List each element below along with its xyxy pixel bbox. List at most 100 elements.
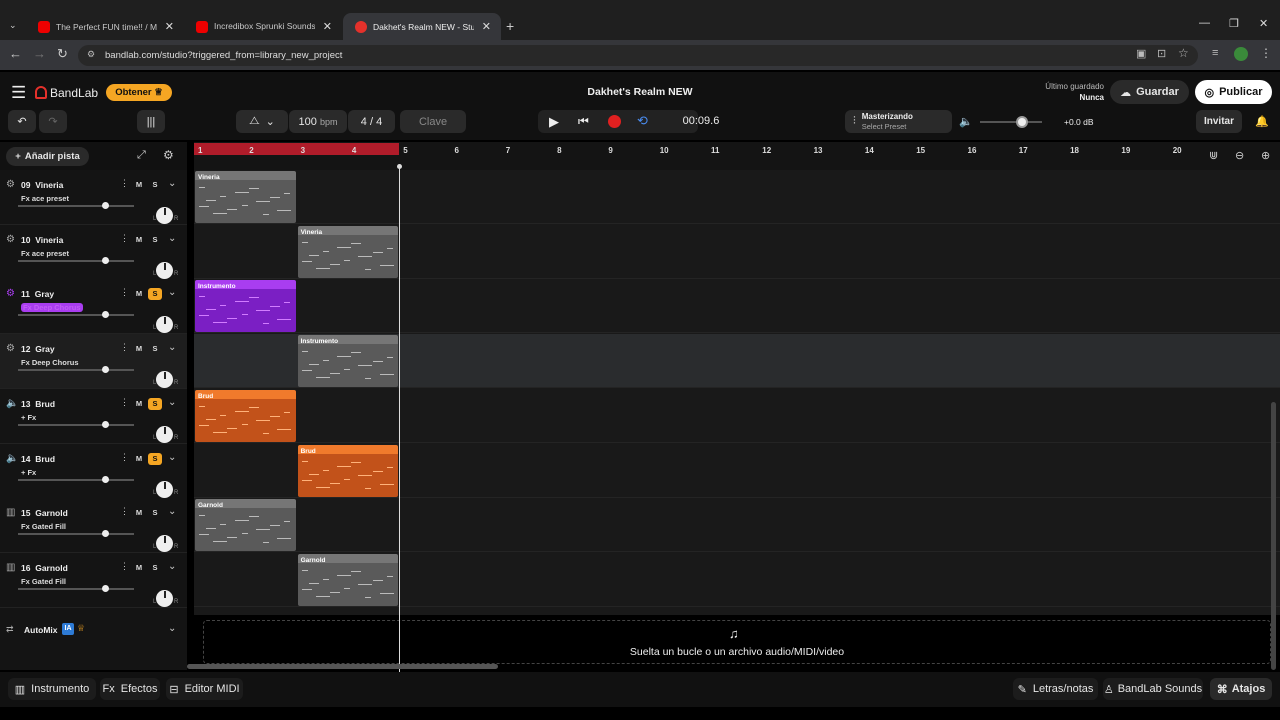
pan-knob[interactable] — [156, 207, 173, 224]
instrument-tab[interactable]: ▥ Instrumento — [8, 678, 96, 700]
solo-button[interactable]: S — [148, 288, 162, 301]
undo-button[interactable]: ↶ — [8, 110, 36, 133]
pan-knob[interactable] — [156, 480, 173, 498]
mute-button[interactable]: M — [132, 288, 146, 300]
browser-tab-2[interactable]: Incredibox Sprunki Sounds 🔊 ✕ — [184, 13, 342, 40]
track-fx[interactable]: Fx ace preset — [21, 194, 69, 203]
chevron-down-icon[interactable]: ⌄ — [168, 342, 176, 353]
track-volume-handle[interactable] — [102, 584, 109, 592]
chevron-down-icon[interactable]: ⌄ — [168, 506, 176, 517]
audio-region[interactable]: Vineria — [195, 171, 296, 223]
chevron-down-icon[interactable]: ⌄ — [168, 397, 176, 408]
shortcuts-button[interactable]: ⌘ Atajos — [1210, 678, 1272, 700]
master-volume-slider[interactable] — [980, 121, 1042, 123]
pan-knob[interactable] — [156, 589, 173, 607]
track-header[interactable]: ⚙ 10 Vineria Fx ace preset ⋮ M S ⌄ L R — [0, 224, 187, 280]
track-menu-icon[interactable]: ⋮ — [120, 397, 129, 408]
solo-button[interactable]: S — [148, 562, 162, 574]
midi-editor-tab[interactable]: ⊟ Editor MIDI — [166, 678, 243, 700]
mute-button[interactable]: M — [132, 234, 146, 246]
audio-region[interactable]: Brud — [297, 444, 399, 497]
track-volume-slider[interactable] — [18, 478, 134, 481]
track-name[interactable]: 09 Vineria — [21, 180, 63, 190]
track-header[interactable]: ⚙ 11 Gray Fx Deep Chorus ⋮ M S ⌄ L R — [0, 279, 187, 335]
redo-button[interactable]: ↷ — [39, 110, 67, 133]
reload-icon[interactable]: ↻ — [57, 46, 68, 62]
hamburger-menu-icon[interactable]: ☰ — [11, 83, 26, 103]
add-track-button[interactable]: + Añadir pista — [6, 147, 89, 166]
track-fx[interactable]: Fx Gated Fill — [21, 522, 66, 531]
track-header[interactable]: 🔈 14 Brud + Fx ⋮ M S ⌄ L R — [0, 443, 187, 499]
effects-tab[interactable]: Fx Efectos — [100, 678, 160, 700]
track-menu-icon[interactable]: ⋮ — [120, 287, 129, 298]
close-icon[interactable]: ✕ — [482, 20, 491, 33]
skip-to-start-icon[interactable]: ⏮ — [578, 114, 589, 129]
mixer-button[interactable]: ||| — [137, 110, 165, 133]
track-lane[interactable] — [194, 389, 1280, 443]
track-fx[interactable]: Fx Gated Fill — [21, 577, 66, 586]
track-volume-handle[interactable] — [102, 366, 109, 374]
track-fx[interactable]: + Fx — [21, 413, 36, 422]
track-name[interactable]: 16 Garnold — [21, 563, 68, 573]
minimize-icon[interactable]: — — [1199, 17, 1210, 29]
window-close-icon[interactable]: ✕ — [1259, 17, 1268, 30]
solo-button[interactable]: S — [148, 507, 162, 519]
chevron-down-icon[interactable]: ⌄ — [168, 623, 176, 634]
save-button[interactable]: ☁ Guardar — [1110, 80, 1189, 104]
track-menu-icon[interactable]: ⋮ — [120, 506, 129, 517]
lyrics-button[interactable]: ✎ Letras/notas — [1013, 678, 1098, 700]
track-fx[interactable]: Fx ace preset — [21, 249, 69, 258]
track-fx[interactable]: + Fx — [21, 468, 36, 477]
track-volume-handle[interactable] — [102, 420, 109, 428]
play-icon[interactable]: ▶ — [549, 114, 559, 130]
track-header[interactable]: ⚙ 09 Vineria Fx ace preset ⋮ M S ⌄ L R — [0, 170, 187, 225]
time-signature-field[interactable]: 4 / 4 — [348, 110, 395, 133]
audio-region[interactable]: Brud — [195, 389, 296, 442]
track-volume-slider[interactable] — [18, 587, 134, 590]
install-icon[interactable]: ⊡ — [1157, 47, 1166, 60]
metronome-button[interactable]: ⧍ ⌄ — [236, 110, 288, 133]
record-icon[interactable] — [608, 115, 621, 128]
mute-button[interactable]: M — [132, 398, 146, 410]
chevron-down-icon[interactable]: ⌄ — [168, 287, 176, 298]
publish-button[interactable]: ◎ Publicar — [1195, 80, 1272, 104]
site-info-icon[interactable]: ⚙ — [87, 49, 95, 60]
chevron-down-icon[interactable]: ⌄ — [168, 178, 176, 189]
track-fx[interactable]: Fx Deep Chorus — [21, 303, 83, 313]
new-tab-icon[interactable]: + — [506, 18, 514, 34]
pan-knob[interactable] — [156, 261, 173, 279]
track-volume-handle[interactable] — [102, 311, 109, 319]
forward-icon[interactable]: → — [33, 46, 46, 61]
chevron-down-icon[interactable]: ⌄ — [168, 233, 176, 244]
solo-button[interactable]: S — [148, 452, 162, 465]
audio-region[interactable]: Garnold — [195, 499, 296, 552]
browser-tab-1[interactable]: The Perfect FUN time!! / My Pe ✕ — [26, 13, 184, 40]
mastering-button[interactable]: ⫶ Masterizando Select Preset — [845, 110, 952, 133]
tempo-field[interactable]: 100 bpm — [289, 110, 347, 133]
restore-icon[interactable]: ❐ — [1229, 17, 1239, 30]
track-menu-icon[interactable]: ⋮ — [120, 233, 129, 244]
zoom-out-icon[interactable]: ⊖ — [1235, 149, 1244, 162]
track-volume-slider[interactable] — [18, 259, 134, 262]
project-title[interactable]: Dakhet's Realm NEW — [560, 86, 720, 98]
loop-region[interactable] — [194, 143, 399, 155]
track-lane[interactable] — [194, 170, 1280, 224]
solo-button[interactable]: S — [148, 397, 162, 410]
mute-button[interactable]: M — [132, 179, 146, 191]
playhead[interactable] — [399, 168, 400, 672]
browser-menu-icon[interactable]: ⋮ — [1260, 46, 1272, 60]
solo-button[interactable]: S — [148, 234, 162, 246]
track-volume-handle[interactable] — [102, 256, 109, 264]
track-name[interactable]: 11 Gray — [21, 289, 54, 299]
mute-button[interactable]: M — [132, 507, 146, 519]
playhead-handle[interactable] — [397, 164, 402, 169]
audio-region[interactable]: Garnold — [297, 553, 399, 606]
notifications-bell-icon[interactable]: 🔔 — [1255, 115, 1269, 128]
track-volume-slider[interactable] — [18, 314, 134, 317]
track-volume-slider[interactable] — [18, 533, 134, 536]
key-button[interactable]: Clave — [400, 110, 466, 133]
snap-magnet-icon[interactable]: ⋓ — [1209, 149, 1218, 162]
back-icon[interactable]: ← — [9, 46, 22, 61]
track-header[interactable]: ▥ 15 Garnold Fx Gated Fill ⋮ M S ⌄ L R — [0, 498, 187, 554]
track-volume-slider[interactable] — [18, 205, 134, 207]
